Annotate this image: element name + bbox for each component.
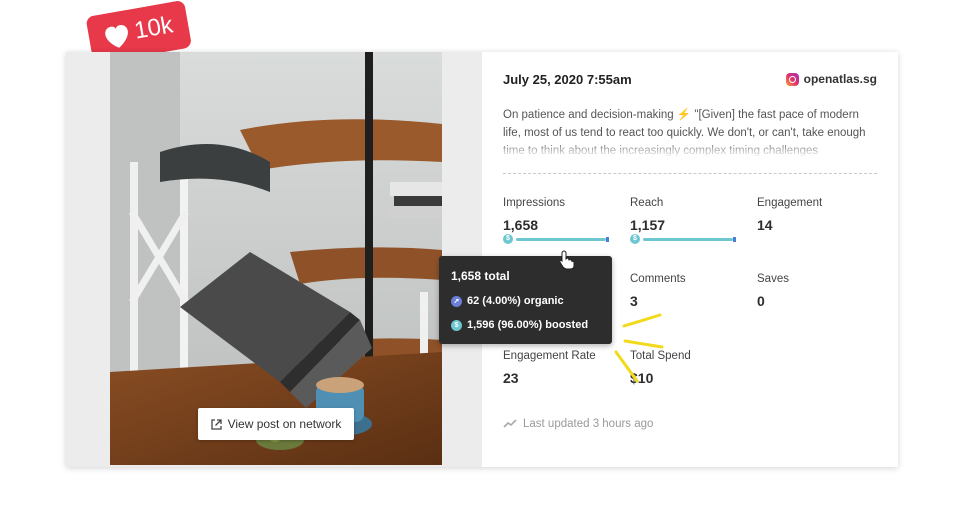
divider [503, 173, 877, 174]
external-link-icon [210, 418, 222, 430]
metric-value: 1,658 [503, 217, 539, 233]
tooltip-organic-row: ➚ 62 (4.00%) organic [451, 295, 564, 307]
metric-total-spend[interactable]: Total Spend $10 [630, 350, 740, 386]
view-post-label: View post on network [227, 417, 342, 431]
metric-label: Reach [630, 197, 664, 209]
caption-fade [503, 140, 879, 158]
account-link[interactable]: openatlas.sg [785, 72, 877, 86]
boosted-segment [516, 238, 606, 241]
metric-label: Comments [630, 273, 686, 285]
metric-label: Impressions [503, 197, 565, 209]
metric-label: Engagement Rate [503, 350, 596, 362]
metric-label: Saves [757, 273, 789, 285]
tooltip-boosted-row: $ 1,596 (96.00%) boosted [451, 319, 588, 331]
tooltip-boosted-text: 1,596 (96.00%) boosted [467, 319, 589, 331]
boosted-segment [643, 238, 733, 241]
dollar-icon: $ [503, 234, 513, 244]
rocket-icon: ➚ [451, 295, 462, 307]
metric-label: Total Spend [630, 350, 691, 362]
metric-value: $10 [630, 370, 654, 386]
trend-line-icon [503, 419, 517, 428]
impressions-tooltip: 1,658 total ➚ 62 (4.00%) organic $ 1,596… [439, 256, 612, 344]
dollar-icon: $ [451, 319, 462, 331]
metric-value: 3 [630, 293, 638, 309]
reach-breakdown-bar[interactable]: $ [630, 234, 736, 244]
account-name: openatlas.sg [803, 72, 877, 86]
metric-impressions[interactable]: Impressions 1,658 $ [503, 197, 613, 244]
last-updated-text: Last updated 3 hours ago [523, 418, 654, 430]
metric-value: 14 [757, 217, 773, 233]
metric-label: Engagement [757, 197, 823, 209]
organic-segment [606, 237, 609, 242]
post-date: July 25, 2020 7:55am [503, 72, 632, 87]
dollar-icon: $ [630, 234, 640, 244]
metric-engagement[interactable]: Engagement 14 [757, 197, 867, 233]
post-media: View post on network [66, 52, 482, 467]
metric-engagement-rate[interactable]: Engagement Rate 23 [503, 350, 613, 386]
tooltip-total: 1,658 total [451, 269, 510, 283]
metric-comments[interactable]: Comments 3 [630, 273, 740, 309]
metric-value: 23 [503, 370, 519, 386]
metric-value: 1,157 [630, 217, 666, 233]
tooltip-organic-text: 62 (4.00%) organic [467, 295, 564, 307]
instagram-icon [785, 72, 799, 86]
post-image [110, 52, 442, 465]
view-post-button[interactable]: View post on network [198, 408, 354, 440]
organic-segment [733, 237, 736, 242]
metric-value: 0 [757, 293, 765, 309]
hand-cursor-icon [559, 250, 575, 270]
last-updated: Last updated 3 hours ago [503, 418, 653, 430]
metric-saves[interactable]: Saves 0 [757, 273, 867, 309]
metric-reach[interactable]: Reach 1,157 $ [630, 197, 740, 244]
impressions-breakdown-bar[interactable]: $ [503, 234, 609, 244]
